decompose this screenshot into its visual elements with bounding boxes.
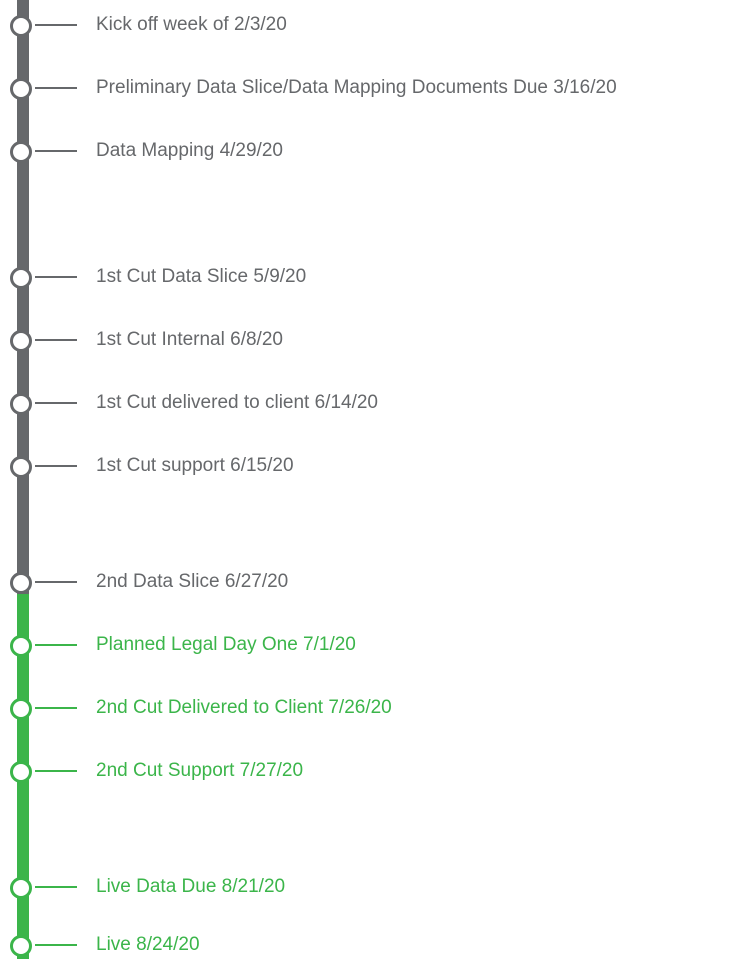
milestone-9: Planned Legal Day One 7/1/20 — [0, 630, 733, 660]
milestone-6: 1st Cut delivered to client 6/14/20 — [0, 388, 733, 418]
milestone-node-icon — [10, 393, 32, 415]
milestone-node-icon — [10, 572, 32, 594]
milestone-node-icon — [10, 698, 32, 720]
milestone-connector — [35, 644, 77, 646]
milestone-label: Live 8/24/20 — [96, 934, 200, 955]
milestone-label: Preliminary Data Slice/Data Mapping Docu… — [96, 77, 617, 98]
milestone-11: 2nd Cut Support 7/27/20 — [0, 756, 733, 786]
milestone-connector — [35, 770, 77, 772]
milestone-5: 1st Cut Internal 6/8/20 — [0, 325, 733, 355]
milestone-label: 2nd Data Slice 6/27/20 — [96, 571, 289, 592]
milestone-node-icon — [10, 635, 32, 657]
milestone-node-icon — [10, 15, 32, 37]
milestone-1: Kick off week of 2/3/20 — [0, 10, 733, 40]
milestone-label: Live Data Due 8/21/20 — [96, 876, 286, 897]
milestone-12: Live Data Due 8/21/20 — [0, 872, 733, 902]
milestone-2: Preliminary Data Slice/Data Mapping Docu… — [0, 73, 733, 103]
milestone-label: Data Mapping 4/29/20 — [96, 140, 283, 161]
milestone-label: 1st Cut support 6/15/20 — [96, 455, 294, 476]
milestone-node-icon — [10, 761, 32, 783]
milestone-connector — [35, 944, 77, 946]
timeline: Kick off week of 2/3/20 Preliminary Data … — [0, 0, 733, 959]
milestone-label: Planned Legal Day One 7/1/20 — [96, 634, 356, 655]
milestone-node-icon — [10, 78, 32, 100]
milestone-node-icon — [10, 267, 32, 289]
milestone-node-icon — [10, 935, 32, 957]
milestone-node-icon — [10, 456, 32, 478]
milestone-node-icon — [10, 330, 32, 352]
milestone-connector — [35, 24, 77, 26]
milestone-node-icon — [10, 141, 32, 163]
milestone-connector — [35, 886, 77, 888]
milestone-connector — [35, 707, 77, 709]
milestone-label: 2nd Cut Support 7/27/20 — [96, 760, 304, 781]
milestone-connector — [35, 150, 77, 152]
milestone-7: 1st Cut support 6/15/20 — [0, 451, 733, 481]
milestone-4: 1st Cut Data Slice 5/9/20 — [0, 262, 733, 292]
milestone-connector — [35, 402, 77, 404]
milestone-label: Kick off week of 2/3/20 — [96, 14, 287, 35]
milestone-connector — [35, 465, 77, 467]
milestone-label: 1st Cut Data Slice 5/9/20 — [96, 266, 307, 287]
milestone-8: 2nd Data Slice 6/27/20 — [0, 567, 733, 597]
milestone-connector — [35, 276, 77, 278]
milestone-3: Data Mapping 4/29/20 — [0, 136, 733, 166]
milestone-10: 2nd Cut Delivered to Client 7/26/20 — [0, 693, 733, 723]
milestone-node-icon — [10, 877, 32, 899]
milestone-13: Live 8/24/20 — [0, 930, 733, 960]
milestone-label: 2nd Cut Delivered to Client 7/26/20 — [96, 697, 392, 718]
milestone-connector — [35, 87, 77, 89]
milestone-connector — [35, 581, 77, 583]
milestone-label: 1st Cut delivered to client 6/14/20 — [96, 392, 379, 413]
milestone-connector — [35, 339, 77, 341]
milestone-label: 1st Cut Internal 6/8/20 — [96, 329, 283, 350]
